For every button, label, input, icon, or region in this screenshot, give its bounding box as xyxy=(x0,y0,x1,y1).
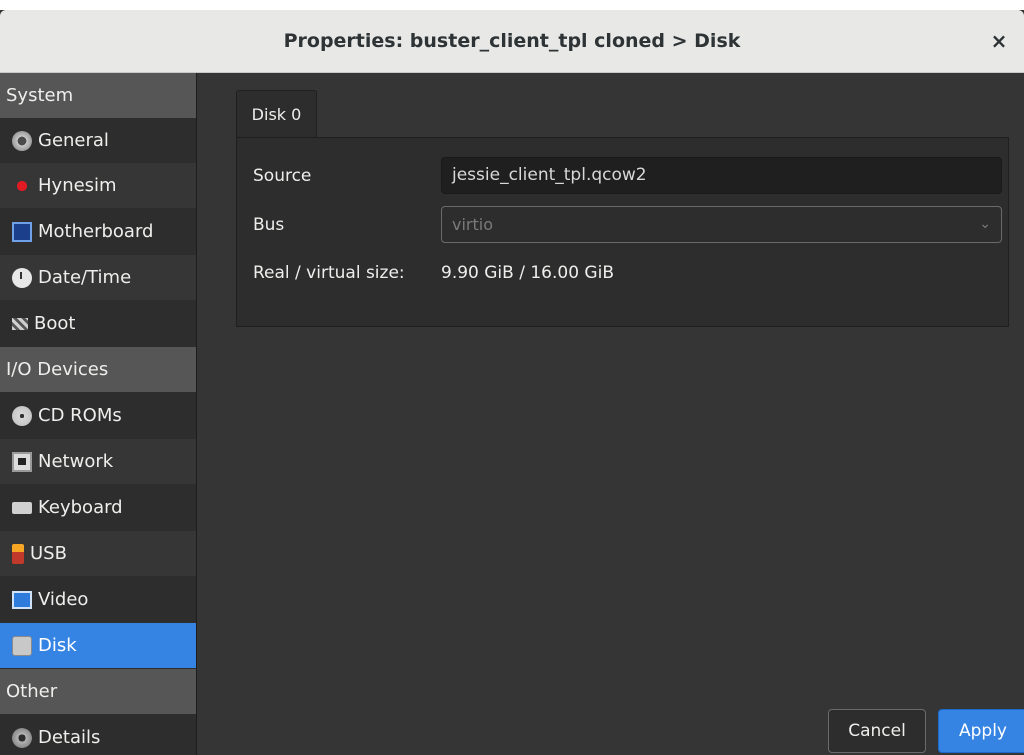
bus-select-value: virtio xyxy=(452,215,493,234)
sidebar-item-disk[interactable]: Disk xyxy=(0,623,196,668)
sidebar-item-label: Video xyxy=(38,589,89,610)
window-title: Properties: buster_client_tpl cloned > D… xyxy=(283,30,741,52)
sidebar-item-general[interactable]: General xyxy=(0,118,196,163)
sidebar-item-label: Boot xyxy=(34,313,76,334)
sidebar-item-hynesim[interactable]: Hynesim xyxy=(0,163,196,208)
sidebar-item-keyboard[interactable]: Keyboard xyxy=(0,485,196,530)
apply-button[interactable]: Apply xyxy=(938,709,1024,753)
network-icon xyxy=(12,451,32,472)
sidebar-item-label: CD ROMs xyxy=(38,405,122,426)
details-icon xyxy=(12,727,32,748)
source-field[interactable]: jessie_client_tpl.qcow2 xyxy=(441,157,1002,194)
sidebar-item-label: Date/Time xyxy=(38,267,132,288)
sidebar-item-label: Motherboard xyxy=(38,221,154,242)
usb-icon xyxy=(12,543,24,564)
gear-icon xyxy=(12,130,32,151)
sidebar-header-system: System xyxy=(0,73,196,118)
sidebar-header-io-devices: I/O Devices xyxy=(0,347,196,392)
sidebar-header-label: System xyxy=(6,85,74,106)
sidebar-item-details[interactable]: Details xyxy=(0,715,196,755)
bus-select[interactable]: virtio ⌄ xyxy=(441,206,1002,243)
properties-window: Properties: buster_client_tpl cloned > D… xyxy=(0,0,1024,755)
sidebar-item-label: Disk xyxy=(38,635,77,656)
sidebar-item-video[interactable]: Video xyxy=(0,577,196,622)
close-button[interactable]: × xyxy=(986,28,1012,54)
source-label: Source xyxy=(253,166,312,186)
main-content: Disk 0 Source jessie_client_tpl.qcow2 Bu… xyxy=(197,73,1024,755)
size-label: Real / virtual size: xyxy=(253,263,405,283)
sidebar-header-label: Other xyxy=(6,681,58,702)
sidebar-item-label: Hynesim xyxy=(38,175,117,196)
sidebar-item-usb[interactable]: USB xyxy=(0,531,196,576)
chevron-down-icon: ⌄ xyxy=(979,216,991,232)
sidebar-item-label: Details xyxy=(38,727,101,748)
sidebar-item-motherboard[interactable]: Motherboard xyxy=(0,209,196,254)
sidebar-item-label: Keyboard xyxy=(38,497,123,518)
sidebar-item-cd-roms[interactable]: CD ROMs xyxy=(0,393,196,438)
sidebar-header-other: Other xyxy=(0,669,196,714)
sidebar-item-label: Network xyxy=(38,451,114,472)
sidebar-header-label: I/O Devices xyxy=(6,359,109,380)
size-value: 9.90 GiB / 16.00 GiB xyxy=(441,263,614,283)
disk-icon xyxy=(12,635,32,656)
cancel-button[interactable]: Cancel xyxy=(828,709,926,753)
keyboard-icon xyxy=(12,501,32,514)
video-icon xyxy=(12,590,32,609)
bus-label: Bus xyxy=(253,215,285,235)
sidebar-item-label: General xyxy=(38,130,109,151)
hynesim-icon xyxy=(12,175,32,196)
desktop-strip xyxy=(0,0,1024,10)
sidebar: System General Hynesim Motherboard Date/… xyxy=(0,73,197,755)
disk-properties-panel: Source jessie_client_tpl.qcow2 Bus virti… xyxy=(236,137,1009,327)
cdrom-icon xyxy=(12,405,32,426)
boot-icon xyxy=(12,317,28,330)
sidebar-item-label: USB xyxy=(30,543,67,564)
sidebar-item-network[interactable]: Network xyxy=(0,439,196,484)
motherboard-icon xyxy=(12,221,32,242)
clock-icon xyxy=(12,267,32,288)
sidebar-item-boot[interactable]: Boot xyxy=(0,301,196,346)
title-bar: Properties: buster_client_tpl cloned > D… xyxy=(0,10,1024,73)
sidebar-item-date-time[interactable]: Date/Time xyxy=(0,255,196,300)
tab-disk-0[interactable]: Disk 0 xyxy=(236,90,317,138)
